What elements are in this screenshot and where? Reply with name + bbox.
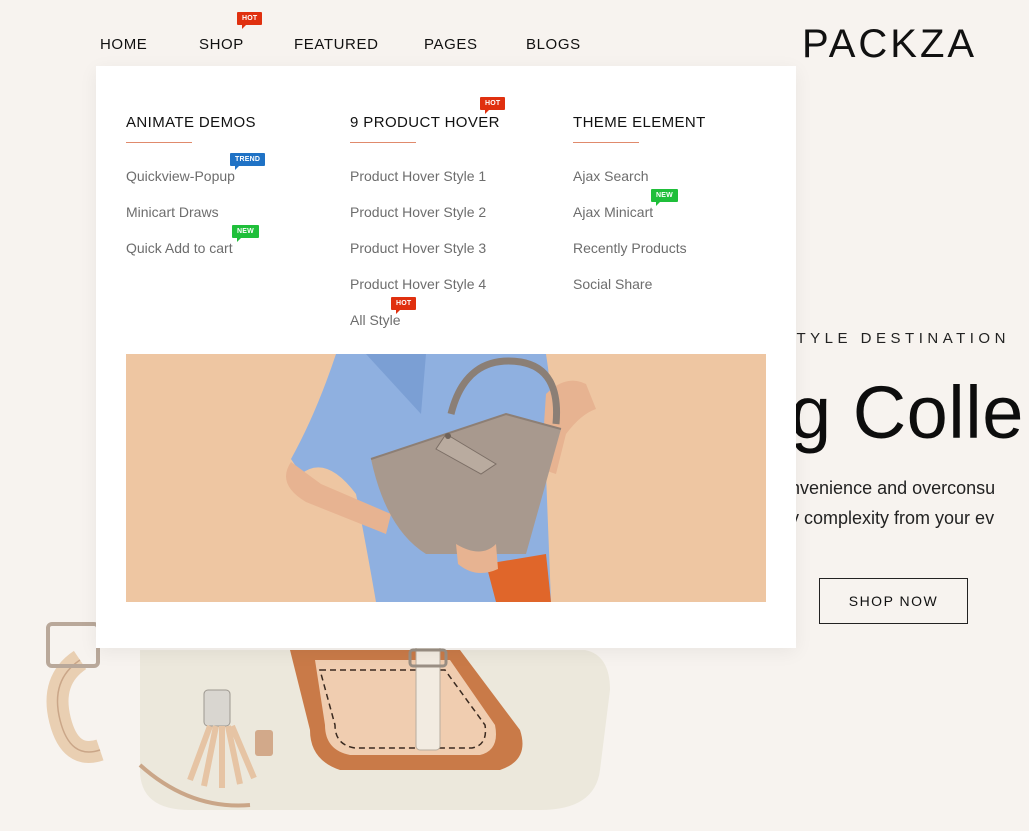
menu-link-quickview-popup[interactable]: Quickview-Popup: [126, 168, 235, 184]
column-divider: [350, 142, 416, 143]
nav-shop[interactable]: SHOP: [199, 36, 244, 53]
hero-title: g Colle: [790, 371, 1024, 454]
menu-link-minicart-draws[interactable]: Minicart Draws: [126, 204, 219, 220]
column-title: ANIMATE DEMOS: [126, 114, 256, 131]
menu-link-ajax-search[interactable]: Ajax Search: [573, 168, 648, 184]
nav-home[interactable]: HOME: [100, 36, 147, 53]
menu-link-hover-style-1[interactable]: Product Hover Style 1: [350, 168, 486, 184]
trend-badge: TREND: [230, 153, 266, 170]
menu-link-hover-style-4[interactable]: Product Hover Style 4: [350, 276, 486, 292]
nav-shop-hot-badge: HOT: [237, 12, 263, 29]
hero-text-line-2: ay complexity from your ev: [780, 508, 995, 528]
menu-link-quick-add-to-cart[interactable]: Quick Add to cart: [126, 240, 233, 256]
new-badge: NEW: [651, 189, 678, 206]
column-divider: [573, 142, 639, 143]
menu-link-hover-style-3[interactable]: Product Hover Style 3: [350, 240, 486, 256]
menu-link-recently-products[interactable]: Recently Products: [573, 240, 687, 256]
woman-with-handbag-image: [126, 354, 766, 602]
column-hot-badge: HOT: [480, 97, 506, 114]
brand-logo[interactable]: PACKZA: [802, 22, 977, 67]
menu-link-ajax-minicart[interactable]: Ajax Minicart: [573, 204, 653, 220]
column-title: THEME ELEMENT: [573, 114, 706, 131]
menu-link-all-style[interactable]: All Style: [350, 312, 401, 328]
promo-banner-image[interactable]: [126, 354, 766, 602]
new-badge: NEW: [232, 225, 259, 242]
shop-now-button[interactable]: SHOP NOW: [819, 578, 968, 624]
menu-link-social-share[interactable]: Social Share: [573, 276, 652, 292]
column-divider: [126, 142, 192, 143]
nav-featured[interactable]: FEATURED: [294, 36, 379, 53]
menu-link-hover-style-2[interactable]: Product Hover Style 2: [350, 204, 486, 220]
column-title: 9 PRODUCT HOVER: [350, 114, 500, 131]
hero-text-line-1: onvenience and overconsu: [780, 478, 996, 498]
shop-mega-menu: ANIMATE DEMOS Quickview-Popup TREND Mini…: [96, 66, 796, 648]
nav-blogs[interactable]: BLOGS: [526, 36, 581, 53]
nav-pages[interactable]: PAGES: [424, 36, 478, 53]
hero-subtitle: STYLE DESTINATION: [782, 330, 1010, 347]
hot-badge: HOT: [391, 297, 417, 314]
